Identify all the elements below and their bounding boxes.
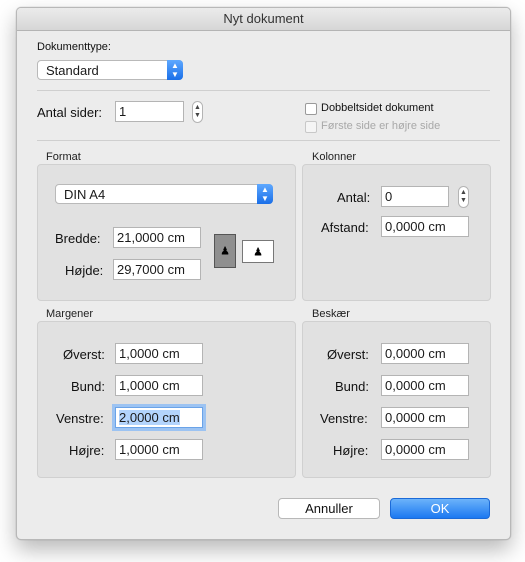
crop-right-input[interactable]: 0,0000 cm	[381, 439, 469, 460]
cancel-button[interactable]: Annuller	[278, 498, 380, 519]
margin-bottom-label: Bund:	[71, 379, 105, 394]
double-sided-label: Dobbeltsidet dokument	[321, 102, 434, 114]
format-title: Format	[46, 151, 81, 163]
crop-top-label: Øverst:	[327, 347, 369, 362]
width-input[interactable]: 21,0000 cm	[113, 227, 201, 248]
margin-top-label: Øverst:	[63, 347, 105, 362]
landscape-orientation-button[interactable]: ♟	[242, 240, 274, 263]
double-sided-checkbox[interactable]	[305, 103, 317, 115]
columns-stepper[interactable]: ▲ ▼	[458, 186, 469, 208]
separator	[37, 140, 500, 141]
columns-title: Kolonner	[312, 151, 357, 163]
pages-label: Antal sider:	[37, 105, 103, 120]
format-size-popup[interactable]: DIN A4 ▲ ▼	[55, 184, 273, 204]
columns-count-label: Antal:	[337, 190, 371, 205]
margin-right-label: Højre:	[69, 443, 105, 458]
ok-button[interactable]: OK	[390, 498, 490, 519]
doctype-label: Dokumenttype:	[37, 41, 111, 53]
height-input[interactable]: 29,7000 cm	[113, 259, 201, 280]
crop-right-label: Højre:	[333, 443, 369, 458]
window-title: Nyt dokument	[17, 8, 510, 31]
margin-left-label: Venstre:	[56, 411, 104, 426]
first-right-checkbox[interactable]	[305, 121, 317, 133]
doctype-value: Standard	[46, 63, 99, 78]
crop-top-input[interactable]: 0,0000 cm	[381, 343, 469, 364]
pages-input[interactable]: 1	[115, 101, 184, 122]
crop-bottom-label: Bund:	[335, 379, 369, 394]
portrait-orientation-button[interactable]: ♟	[214, 234, 236, 268]
separator	[37, 90, 490, 91]
crop-left-label: Venstre:	[320, 411, 368, 426]
crop-bottom-input[interactable]: 0,0000 cm	[381, 375, 469, 396]
columns-gap-label: Afstand:	[321, 220, 369, 235]
columns-count-input[interactable]: 0	[381, 186, 449, 207]
height-label: Højde:	[65, 263, 104, 278]
popup-arrows-icon: ▲ ▼	[257, 184, 273, 204]
margin-left-input[interactable]: 2,0000 cm	[115, 407, 203, 428]
doctype-popup[interactable]: Standard ▲ ▼	[37, 60, 183, 80]
first-right-label: Første side er højre side	[321, 120, 441, 132]
crop-left-input[interactable]: 0,0000 cm	[381, 407, 469, 428]
format-size-value: DIN A4	[64, 187, 106, 202]
person-icon: ♟	[220, 245, 230, 258]
columns-gap-input[interactable]: 0,0000 cm	[381, 216, 469, 237]
margin-right-input[interactable]: 1,0000 cm	[115, 439, 203, 460]
margins-title: Margener	[46, 308, 94, 320]
margin-bottom-input[interactable]: 1,0000 cm	[115, 375, 203, 396]
new-document-dialog: Nyt dokument Dokumenttype: Standard ▲ ▼ A…	[16, 7, 511, 540]
margin-top-input[interactable]: 1,0000 cm	[115, 343, 203, 364]
popup-arrows-icon: ▲ ▼	[167, 60, 183, 80]
crop-title: Beskær	[312, 308, 350, 320]
pages-stepper[interactable]: ▲ ▼	[192, 101, 203, 123]
width-label: Bredde:	[55, 231, 101, 246]
person-icon: ♟	[253, 246, 263, 258]
